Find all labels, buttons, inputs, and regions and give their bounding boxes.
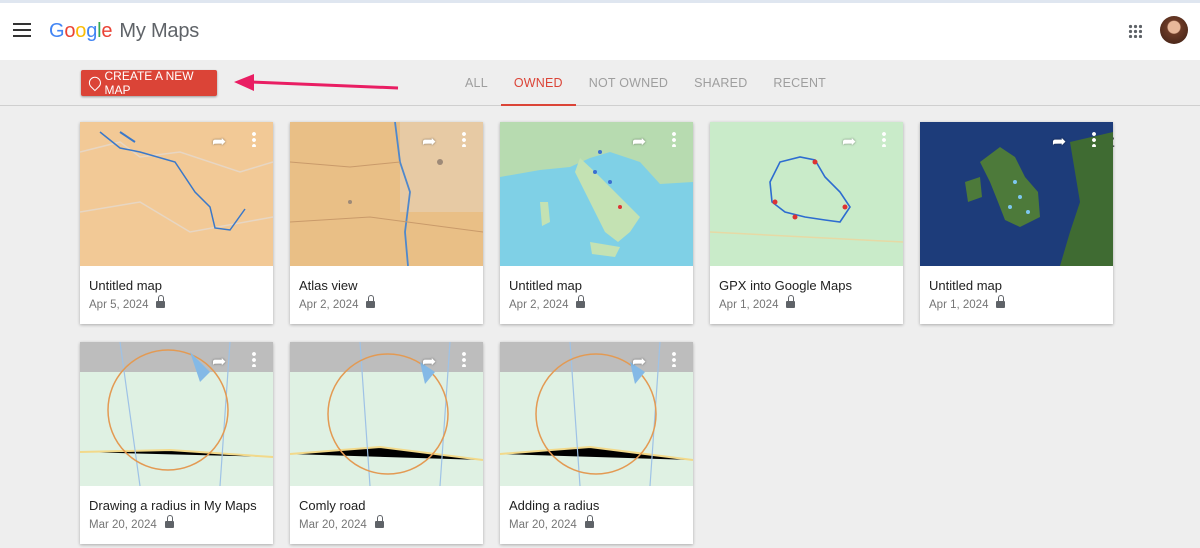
map-title: Drawing a radius in My Maps [89, 498, 257, 513]
map-card[interactable]: ➦ Untitled map Apr 1, 2024 [920, 122, 1113, 324]
map-title: Untitled map [509, 278, 582, 293]
map-title: GPX into Google Maps [719, 278, 852, 293]
more-options-icon[interactable] [462, 131, 466, 147]
map-thumbnail [290, 122, 483, 266]
map-card[interactable]: ➦ Untitled map Apr 5, 2024 [80, 122, 273, 324]
map-card[interactable]: ➦ Adding a radius Mar 20, 2024 [500, 342, 693, 544]
map-date: Apr 2, 2024 [509, 299, 569, 311]
more-options-icon[interactable] [462, 351, 466, 367]
lock-icon [996, 295, 1005, 309]
share-icon[interactable]: ➦ [422, 132, 436, 152]
map-date: Apr 1, 2024 [719, 299, 779, 311]
tab-shared[interactable]: SHARED [681, 60, 760, 106]
map-thumbnail [500, 342, 693, 486]
create-new-map-button[interactable]: CREATE A NEW MAP [81, 69, 217, 97]
map-date: Apr 5, 2024 [89, 299, 149, 311]
map-thumbnail [290, 342, 483, 486]
tab-recent[interactable]: RECENT [760, 60, 839, 106]
map-title: Adding a radius [509, 498, 600, 513]
map-thumbnail [80, 342, 273, 486]
more-options-icon[interactable] [882, 131, 886, 147]
map-date: Mar 20, 2024 [299, 519, 367, 531]
hamburger-menu-icon[interactable] [13, 23, 31, 37]
map-title: Comly road [299, 498, 366, 513]
map-title: Atlas view [299, 278, 358, 293]
top-app-bar: Google My Maps [0, 0, 1200, 60]
share-icon[interactable]: ➦ [842, 132, 856, 152]
lock-icon [366, 295, 375, 309]
lock-icon [165, 515, 174, 529]
map-card[interactable]: ➦ Comly road Mar 20, 2024 [290, 342, 483, 544]
map-thumbnail [500, 122, 693, 266]
product-name: My Maps [119, 20, 200, 42]
google-apps-icon[interactable] [1128, 24, 1142, 38]
more-options-icon[interactable] [672, 131, 676, 147]
map-card[interactable]: ➦ Drawing a radius in My Maps Mar 20, 20… [80, 342, 273, 544]
share-icon[interactable]: ➦ [1052, 132, 1066, 152]
map-title: Untitled map [929, 278, 1002, 293]
more-options-icon[interactable] [672, 351, 676, 367]
share-icon[interactable]: ➦ [422, 352, 436, 372]
map-date: Apr 1, 2024 [929, 299, 989, 311]
app-logo[interactable]: Google My Maps [49, 20, 199, 43]
lock-icon [786, 295, 795, 309]
map-thumbnail [920, 122, 1113, 266]
tab-not-owned[interactable]: NOT OWNED [576, 60, 681, 106]
create-new-map-label: CREATE A NEW MAP [104, 69, 194, 97]
map-title: Untitled map [89, 278, 162, 293]
more-options-icon[interactable] [1092, 131, 1096, 147]
map-card[interactable]: ➦ Atlas view Apr 2, 2024 [290, 122, 483, 324]
map-pin-icon [86, 74, 104, 92]
map-card[interactable]: ➦ GPX into Google Maps Apr 1, 2024 [710, 122, 903, 324]
tab-owned[interactable]: OWNED [500, 60, 576, 106]
map-card[interactable]: ➦ Untitled map Apr 2, 2024 [500, 122, 693, 324]
share-icon[interactable]: ➦ [632, 352, 646, 372]
share-icon[interactable]: ➦ [212, 132, 226, 152]
lock-icon [585, 515, 594, 529]
tab-bar: ALL OWNED NOT OWNED SHARED RECENT [452, 60, 839, 106]
map-date: Mar 20, 2024 [89, 519, 157, 531]
avatar[interactable] [1160, 16, 1188, 44]
map-date: Mar 20, 2024 [509, 519, 577, 531]
more-options-icon[interactable] [252, 351, 256, 367]
map-date: Apr 2, 2024 [299, 299, 359, 311]
map-thumbnail [80, 122, 273, 266]
share-icon[interactable]: ➦ [632, 132, 646, 152]
more-options-icon[interactable] [252, 131, 256, 147]
share-icon[interactable]: ➦ [212, 352, 226, 372]
lock-icon [375, 515, 384, 529]
lock-icon [576, 295, 585, 309]
lock-icon [156, 295, 165, 309]
map-thumbnail [710, 122, 903, 266]
annotation-arrow [234, 74, 399, 91]
tab-all[interactable]: ALL [452, 60, 501, 106]
